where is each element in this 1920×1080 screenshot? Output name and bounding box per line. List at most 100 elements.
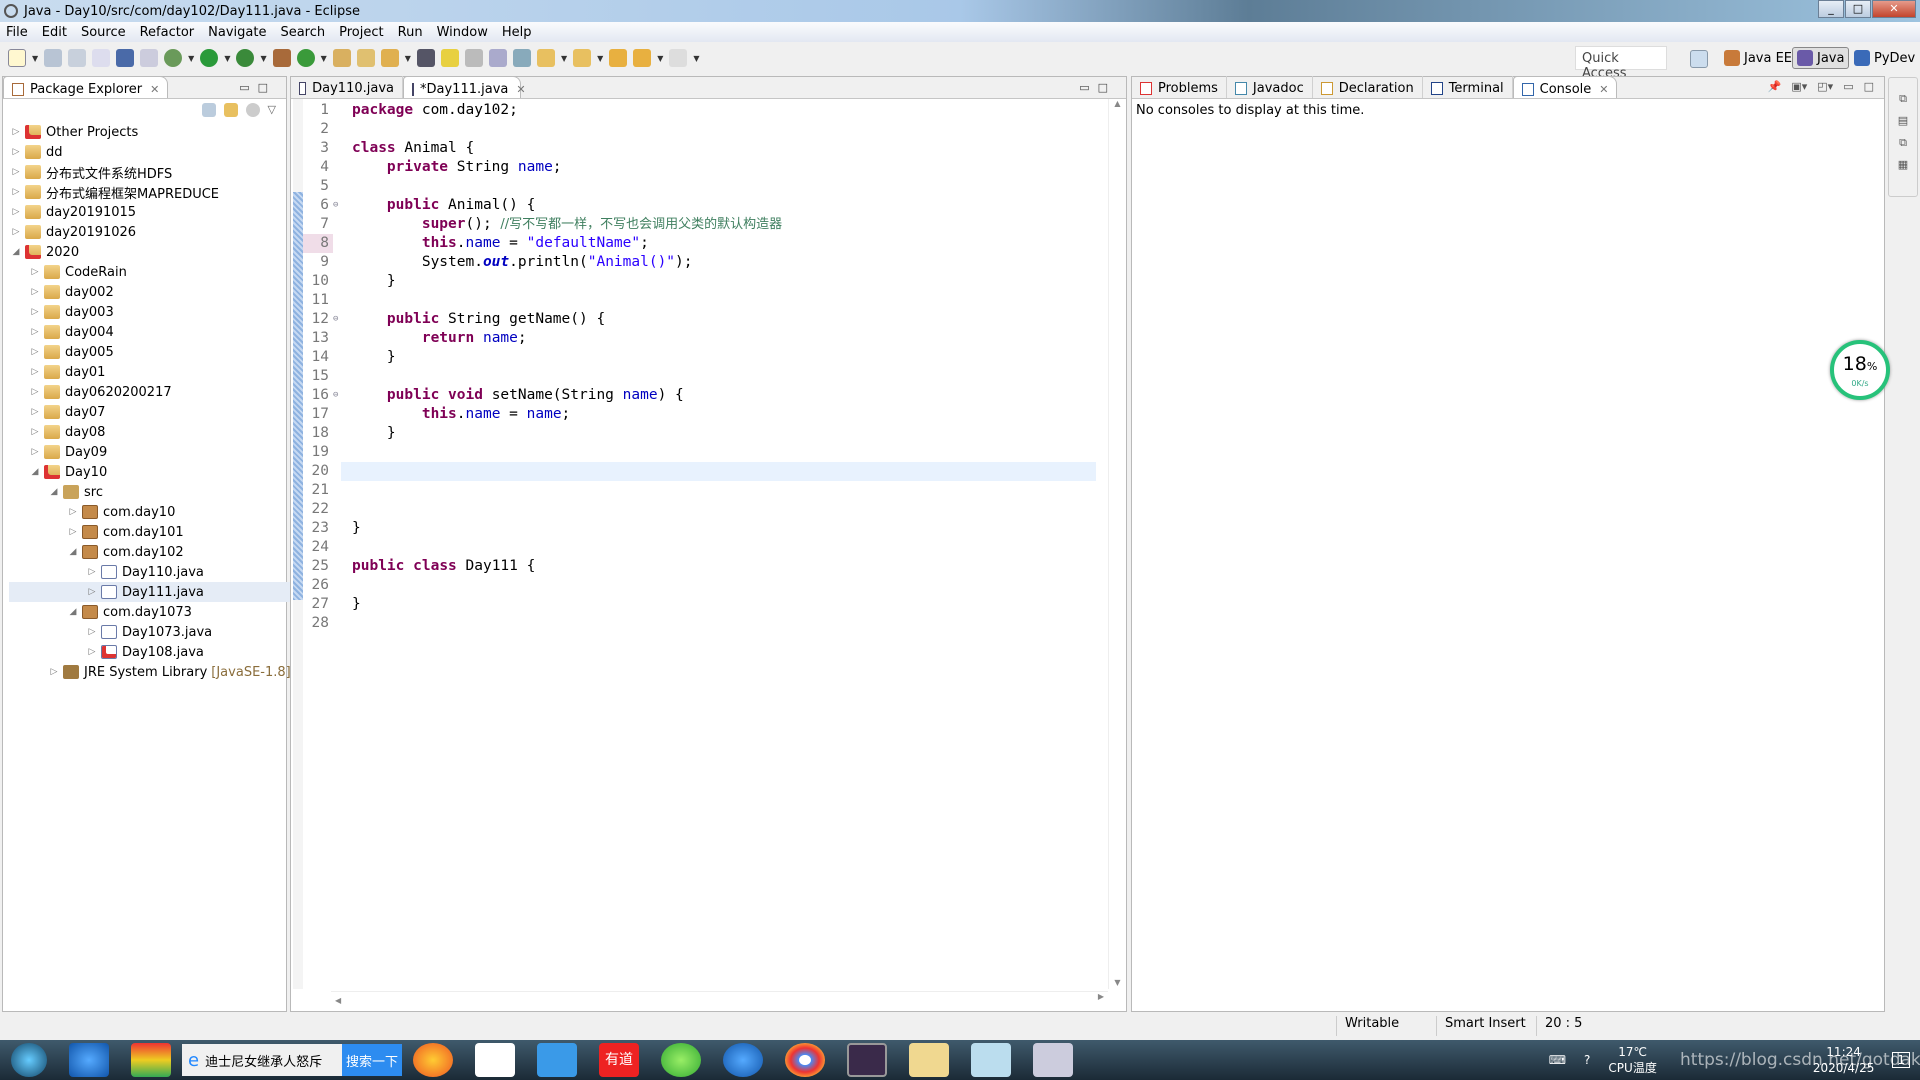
tab-console[interactable]: Console ✕: [1512, 76, 1618, 98]
ie-icon[interactable]: [69, 1043, 109, 1077]
pin-console-icon[interactable]: 📌: [1768, 80, 1782, 93]
collapsed-arrow-icon[interactable]: ▷: [9, 207, 23, 217]
open-type-icon[interactable]: [332, 49, 351, 67]
firefox-icon[interactable]: [413, 1043, 453, 1077]
cloud-icon[interactable]: [537, 1043, 577, 1077]
minimize-icon[interactable]: ▭: [1843, 80, 1853, 93]
code-line[interactable]: 24: [303, 538, 1096, 557]
tab-package-explorer[interactable]: Package Explorer ✕: [3, 76, 169, 98]
tree-item[interactable]: ◢ com.day1073: [9, 602, 291, 622]
tree-item[interactable]: ▷ Day09: [9, 442, 291, 462]
tree-item[interactable]: ◢ src: [9, 482, 291, 502]
menu-run[interactable]: Run: [398, 25, 423, 40]
tree-item[interactable]: ▷ day005: [9, 342, 291, 362]
menu-refactor[interactable]: Refactor: [140, 25, 195, 40]
run-dropdown-icon[interactable]: ▼: [224, 54, 230, 63]
forward-dropdown-icon[interactable]: ▼: [693, 54, 699, 63]
binary-icon[interactable]: [92, 49, 111, 67]
tree-item[interactable]: ▷ Day110.java: [9, 562, 291, 582]
code-line[interactable]: 12 ⊖ public String getName() {: [303, 310, 1096, 329]
calculator-icon[interactable]: [1033, 1043, 1073, 1077]
link-with-editor-icon[interactable]: [223, 103, 238, 117]
editor-min-max-controls[interactable]: ▭□: [1079, 81, 1116, 94]
collapsed-arrow-icon[interactable]: ▷: [28, 327, 42, 337]
collapsed-arrow-icon[interactable]: ▷: [85, 647, 99, 657]
notepad-icon[interactable]: [971, 1043, 1011, 1077]
ie-icon-2[interactable]: [723, 1043, 763, 1077]
code-line[interactable]: 2: [303, 120, 1096, 139]
open-console-icon[interactable]: ◰▾: [1817, 80, 1833, 93]
forward-icon[interactable]: [669, 49, 688, 67]
collapsed-arrow-icon[interactable]: ▷: [9, 127, 23, 137]
menu-file[interactable]: File: [6, 25, 28, 40]
collapsed-arrow-icon[interactable]: ▷: [28, 347, 42, 357]
menu-project[interactable]: Project: [339, 25, 383, 40]
tree-item[interactable]: ▷ day07: [9, 402, 291, 422]
tab-javadoc[interactable]: Javadoc: [1227, 76, 1313, 98]
search-dropdown-icon[interactable]: ▼: [405, 54, 411, 63]
annotation-icon[interactable]: [416, 49, 435, 67]
code-editor[interactable]: 1 package com.day102; 2 3 class Animal {4 pr…: [303, 101, 1096, 633]
code-line[interactable]: 16 ⊖ public void setName(String name) {: [303, 386, 1096, 405]
external-tools-dropdown-icon[interactable]: ▼: [260, 54, 266, 63]
tree-item[interactable]: ◢ com.day102: [9, 542, 291, 562]
collapsed-arrow-icon[interactable]: ▷: [9, 227, 23, 237]
code-line[interactable]: 1 package com.day102;: [303, 101, 1096, 120]
tree-item[interactable]: ▷ day20191026: [9, 222, 291, 242]
expanded-arrow-icon[interactable]: ◢: [9, 247, 23, 257]
run-icon[interactable]: [200, 49, 219, 67]
code-line[interactable]: 19: [303, 443, 1096, 462]
new-class-icon[interactable]: [296, 49, 315, 67]
code-line[interactable]: 11: [303, 291, 1096, 310]
next-annotation-icon[interactable]: [536, 49, 555, 67]
collapsed-arrow-icon[interactable]: ▷: [66, 527, 80, 537]
tree-item[interactable]: ▷ Day111.java: [9, 582, 291, 602]
horizontal-scrollbar[interactable]: ◀ ▶: [331, 991, 1108, 1009]
tree-item[interactable]: ▷ day08: [9, 422, 291, 442]
memory-widget[interactable]: 18% 0K/s: [1830, 340, 1890, 400]
code-line[interactable]: 9 System.out.println("Animal()");: [303, 253, 1096, 272]
fold-icon[interactable]: ⊖: [333, 310, 341, 329]
editor-tab[interactable]: Day110.java: [291, 76, 403, 98]
tree-item[interactable]: ▷ Day1073.java: [9, 622, 291, 642]
tree-item[interactable]: ▷ day003: [9, 302, 291, 322]
expanded-arrow-icon[interactable]: ◢: [47, 487, 61, 497]
code-line[interactable]: 5: [303, 177, 1096, 196]
code-line[interactable]: 25 public class Day111 {: [303, 557, 1096, 576]
collapsed-arrow-icon[interactable]: ▷: [66, 507, 80, 517]
menu-navigate[interactable]: Navigate: [208, 25, 266, 40]
tree-item[interactable]: ▷ CodeRain: [9, 262, 291, 282]
new-icon[interactable]: [8, 49, 26, 67]
open-task-icon[interactable]: [356, 49, 375, 67]
tree-item[interactable]: ▷ day002: [9, 282, 291, 302]
tree-item[interactable]: ▷ com.day101: [9, 522, 291, 542]
search-box[interactable]: e 迪士尼女继承人怒斥: [182, 1044, 342, 1076]
code-line[interactable]: 20: [303, 462, 1096, 481]
menu-help[interactable]: Help: [502, 25, 532, 40]
next-annotation-dropdown-icon[interactable]: ▼: [561, 54, 567, 63]
collapsed-arrow-icon[interactable]: ▷: [28, 407, 42, 417]
collapsed-arrow-icon[interactable]: ▷: [85, 587, 99, 597]
perspective-java[interactable]: Java: [1792, 47, 1850, 69]
block-selection-icon[interactable]: [488, 49, 507, 67]
tree-item[interactable]: ▷ 分布式文件系统HDFS: [9, 162, 291, 182]
close-icon[interactable]: ✕: [1599, 83, 1608, 96]
collapsed-arrow-icon[interactable]: ▷: [28, 367, 42, 377]
collapsed-arrow-icon[interactable]: ▷: [28, 427, 42, 437]
app-icon[interactable]: [131, 1043, 171, 1077]
code-line[interactable]: 27}: [303, 595, 1096, 614]
expanded-arrow-icon[interactable]: ◢: [28, 467, 42, 477]
collapsed-arrow-icon[interactable]: ▷: [28, 287, 42, 297]
menu-source[interactable]: Source: [81, 25, 126, 40]
code-line[interactable]: 10 }: [303, 272, 1096, 291]
skip-breakpoints-icon[interactable]: [140, 49, 159, 67]
fold-icon[interactable]: ⊖: [333, 386, 341, 405]
code-line[interactable]: 3 class Animal {: [303, 139, 1096, 158]
eclipse-javaee-icon[interactable]: [847, 1043, 887, 1077]
code-line[interactable]: 8 this.name = "defaultName";: [303, 234, 1096, 253]
previous-annotation-dropdown-icon[interactable]: ▼: [597, 54, 603, 63]
tree-item[interactable]: ▷ JRE System Library [JavaSE-1.8]: [9, 662, 291, 682]
start-button-icon[interactable]: [11, 1043, 47, 1077]
new-class-dropdown-icon[interactable]: ▼: [321, 54, 327, 63]
tree-item[interactable]: ▷ dd: [9, 142, 291, 162]
